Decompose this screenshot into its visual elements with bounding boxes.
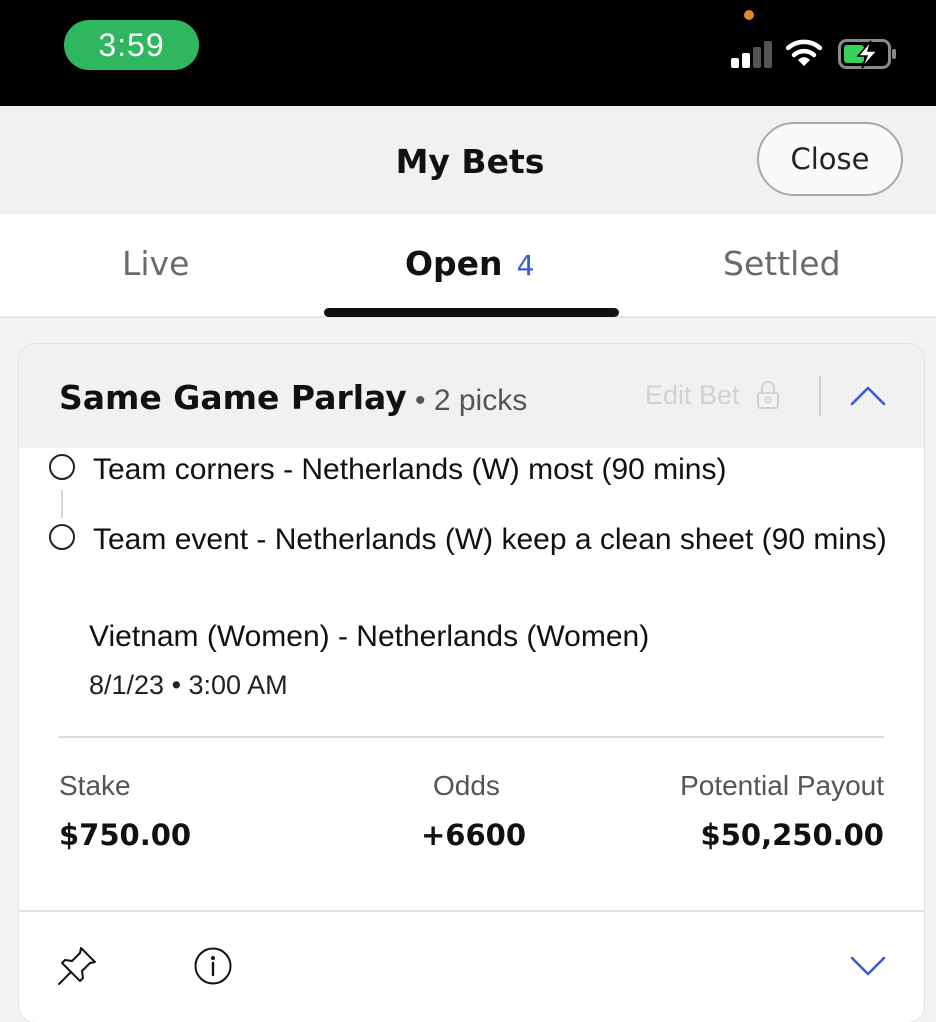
bet-card-header: Same Game Parlay • 2 picks Edit Bet: [19, 344, 924, 448]
payout-value: $50,250.00: [700, 818, 884, 852]
chevron-up-icon[interactable]: [848, 384, 888, 408]
open-count-badge: 4: [516, 249, 535, 282]
edit-bet-button[interactable]: Edit Bet: [645, 380, 740, 411]
wifi-icon: [786, 39, 822, 66]
lock-icon: [757, 381, 779, 409]
cellular-signal-icon: [731, 40, 773, 68]
stake-label: Stake: [59, 770, 131, 801]
bet-type-title: Same Game Parlay: [59, 378, 407, 417]
tab-live[interactable]: Live: [122, 244, 189, 283]
payout-label: Potential Payout: [680, 770, 884, 801]
close-button[interactable]: Close: [757, 122, 903, 196]
stake-value: $750.00: [59, 818, 192, 852]
event-name: Vietnam (Women) - Netherlands (Women): [89, 620, 650, 653]
pick-connector-line: [61, 490, 63, 518]
status-bar: 3:59: [0, 0, 936, 106]
odds-label: Odds: [433, 770, 500, 801]
privacy-indicator-dot: [744, 10, 754, 20]
odds-value: +6600: [421, 818, 527, 852]
footer-divider: [19, 910, 924, 912]
page-header: My Bets Close: [0, 106, 936, 214]
pick-item: Team event - Netherlands (W) keep a clea…: [93, 523, 887, 556]
pick-item: Team corners - Netherlands (W) most (90 …: [93, 453, 727, 486]
event-date: 8/1/23 • 3:00 AM: [89, 670, 288, 700]
bet-card: Same Game Parlay • 2 picks Edit Bet Team…: [19, 344, 924, 1022]
pin-icon[interactable]: [55, 944, 99, 988]
status-time: 3:59: [64, 20, 199, 70]
tab-open[interactable]: Open 4: [405, 244, 534, 283]
pick-status-circle: [49, 454, 75, 480]
bet-tabs: Live Open 4 Settled: [0, 214, 936, 318]
divider: [58, 736, 884, 738]
tab-open-label: Open: [405, 244, 503, 283]
header-divider: [819, 376, 821, 416]
info-icon[interactable]: [193, 946, 233, 986]
battery-charging-icon: [838, 39, 896, 69]
tab-settled[interactable]: Settled: [723, 244, 841, 283]
chevron-down-icon[interactable]: [848, 954, 888, 978]
active-tab-indicator: [324, 308, 619, 317]
picks-count: • 2 picks: [415, 384, 528, 417]
